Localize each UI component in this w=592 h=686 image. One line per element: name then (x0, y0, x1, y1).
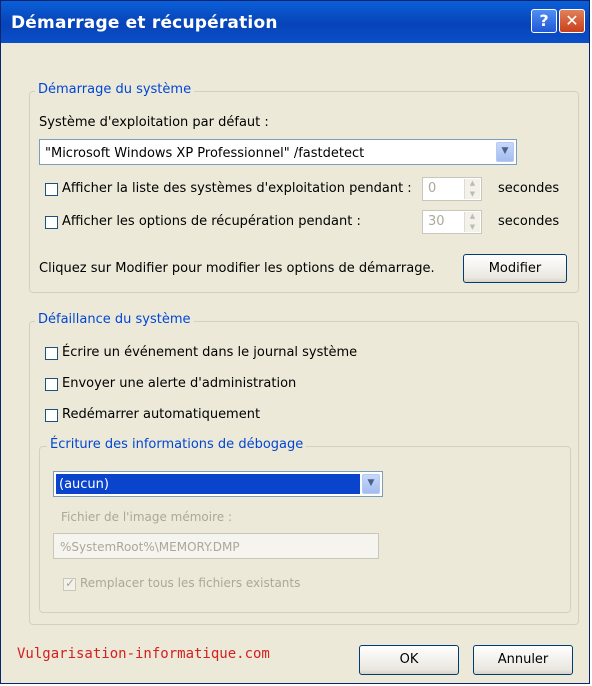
show-recovery-label: Afficher les options de récupération pen… (62, 214, 361, 229)
close-button[interactable]: ✕ (559, 9, 585, 33)
dump-file-label: Fichier de l'image mémoire : (61, 510, 233, 524)
show-recovery-unit: secondes (498, 214, 560, 229)
title-bar: Démarrage et récupération ? ✕ (1, 1, 589, 43)
default-os-label: Système d'exploitation par défaut : (39, 115, 269, 130)
auto-restart-label: Redémarrer automatiquement (62, 407, 261, 422)
chevron-down-icon[interactable]: ▼ (362, 474, 380, 494)
show-recovery-spinner[interactable]: 30 ▲ ▼ (422, 210, 482, 234)
show-os-list-checkbox[interactable] (45, 183, 58, 196)
send-alert-checkbox[interactable] (45, 378, 58, 391)
chevron-down-icon[interactable]: ▼ (496, 142, 514, 162)
debug-info-value: (aucun) (59, 477, 109, 492)
help-button[interactable]: ? (531, 9, 557, 33)
overwrite-label: Remplacer tous les fichiers existants (80, 576, 301, 590)
modifier-button[interactable]: Modifier (463, 254, 567, 283)
show-os-list-label: Afficher la liste des systèmes d'exploit… (62, 181, 412, 196)
overwrite-checkbox[interactable]: ✓ (63, 576, 76, 591)
watermark-text: Vulgarisation-informatique.com (17, 646, 270, 662)
startup-legend: Démarrage du système (35, 82, 195, 97)
edit-hint: Cliquez sur Modifier pour modifier les o… (39, 261, 435, 276)
default-os-select[interactable]: "Microsoft Windows XP Professionnel" /fa… (39, 139, 517, 165)
spin-down-icon[interactable]: ▼ (465, 223, 480, 232)
checkmark-icon: ✓ (65, 576, 76, 590)
auto-restart-checkbox[interactable] (45, 409, 58, 422)
close-icon: ✕ (565, 11, 579, 30)
write-event-label: Écrire un événement dans le journal syst… (62, 345, 358, 360)
dialog-window: Démarrage et récupération ? ✕ Démarrage … (0, 0, 590, 684)
send-alert-label: Envoyer une alerte d'administration (62, 376, 297, 391)
ok-button[interactable]: OK (359, 645, 459, 675)
show-os-list-seconds: 0 (428, 181, 437, 196)
spin-up-icon[interactable]: ▲ (465, 179, 480, 188)
failure-legend: Défaillance du système (35, 312, 194, 327)
debug-legend: Écriture des informations de débogage (47, 437, 307, 452)
question-icon: ? (539, 11, 549, 30)
dump-file-field[interactable]: %SystemRoot%\MEMORY.DMP (53, 533, 379, 559)
show-recovery-checkbox[interactable] (45, 216, 58, 229)
spin-down-icon[interactable]: ▼ (465, 190, 480, 199)
show-os-list-unit: secondes (498, 181, 560, 196)
show-os-list-spinner[interactable]: 0 ▲ ▼ (422, 177, 482, 201)
write-event-checkbox[interactable] (45, 347, 58, 360)
debug-info-select[interactable]: (aucun) ▼ (53, 471, 383, 497)
spin-up-icon[interactable]: ▲ (465, 212, 480, 221)
window-title: Démarrage et récupération (11, 13, 278, 33)
default-os-value: "Microsoft Windows XP Professionnel" /fa… (45, 146, 365, 161)
show-recovery-seconds: 30 (428, 214, 445, 229)
cancel-button[interactable]: Annuler (473, 645, 573, 675)
dump-file-value: %SystemRoot%\MEMORY.DMP (60, 540, 240, 554)
